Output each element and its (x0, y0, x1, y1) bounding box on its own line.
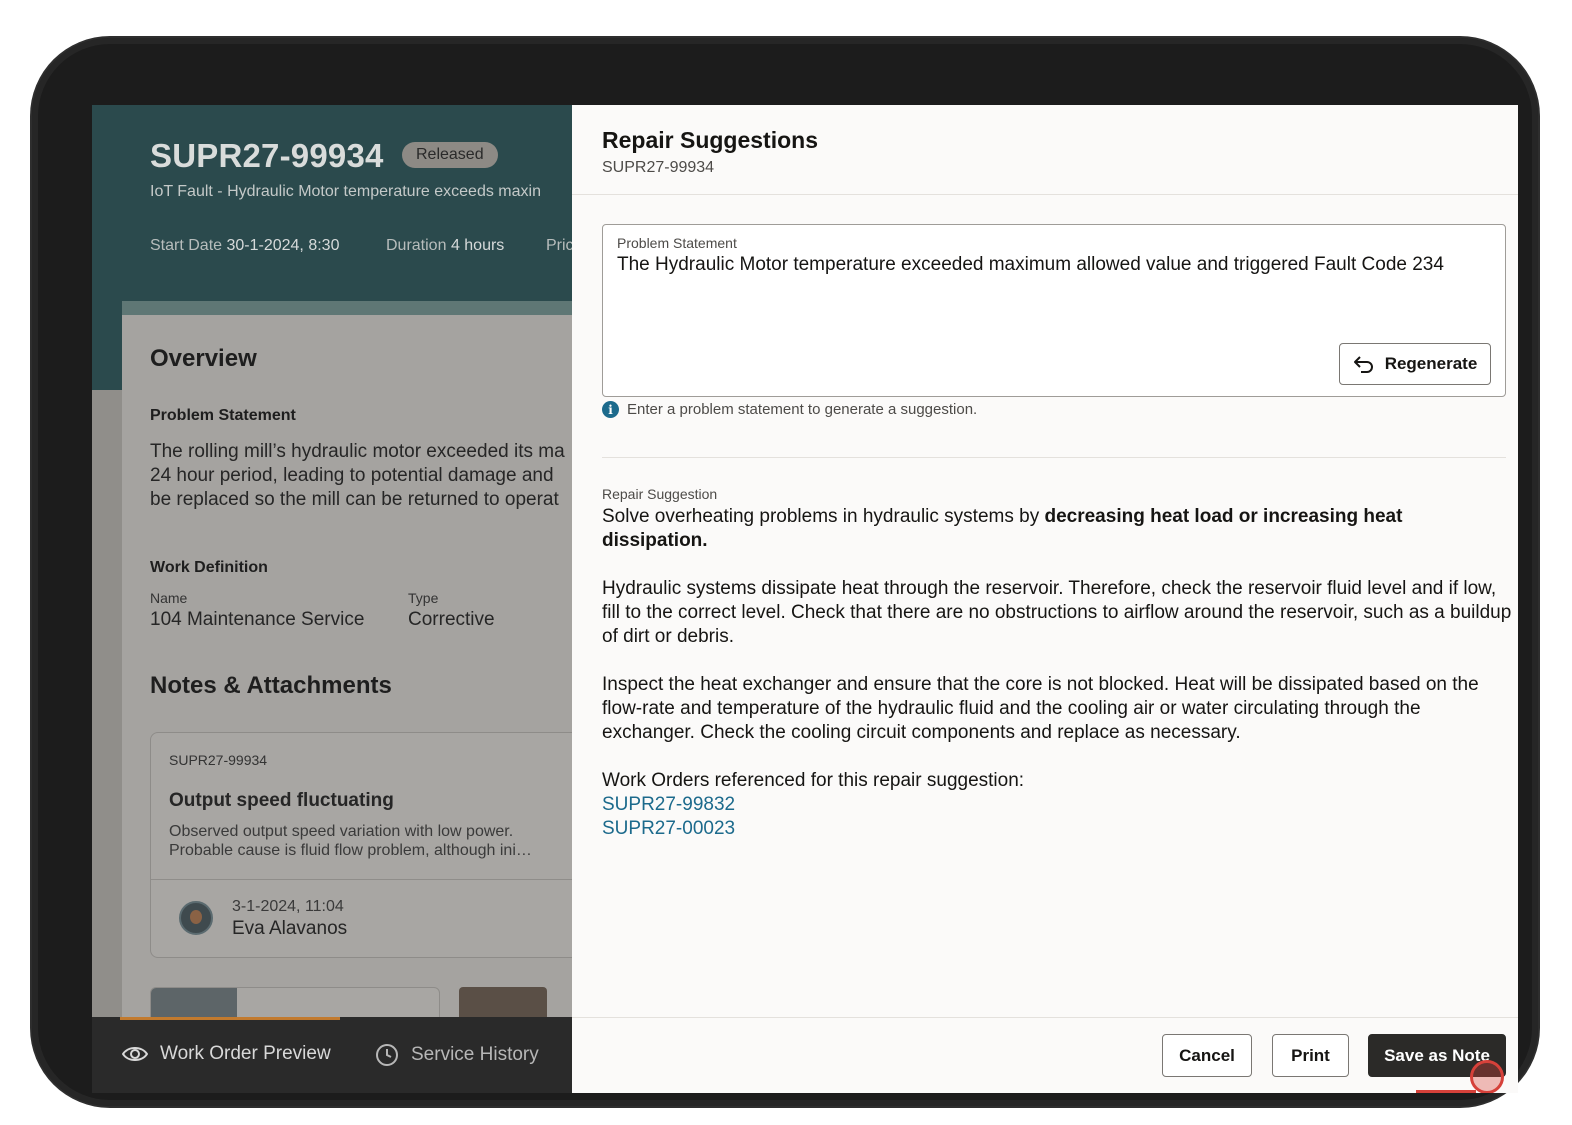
suggestion-paragraph-2: Inspect the heat exchanger and ensure th… (602, 674, 1479, 743)
problem-statement-value[interactable]: The Hydraulic Motor temperature exceeded… (617, 253, 1487, 277)
note-title: Output speed fluctuating (169, 790, 394, 811)
work-order-id: SUPR27-99934 (150, 137, 384, 174)
touch-indicator (1470, 1060, 1504, 1093)
tab-label: Service History (411, 1044, 539, 1065)
reference-link-1[interactable]: SUPR27-99832 (602, 793, 1512, 817)
helper-text: i Enter a problem statement to generate … (602, 401, 977, 418)
priority: Pric (546, 237, 574, 254)
note-desc-line-2: Probable cause is fluid flow problem, al… (169, 842, 532, 859)
type-label: Type (408, 590, 439, 606)
references-label: Work Orders referenced for this repair s… (602, 770, 1025, 791)
undo-arrow-icon (1353, 356, 1373, 373)
note-card[interactable]: SUPR27-99934 Output speed fluctuating Ob… (150, 732, 580, 958)
active-tab-indicator (120, 1017, 340, 1020)
tab-service-history[interactable]: Service History (375, 1043, 539, 1067)
repair-suggestion-label: Repair Suggestion (602, 486, 718, 502)
drawer-footer: Cancel Print Save as Note (572, 1017, 1518, 1093)
problem-line-2: 24 hour period, leading to potential dam… (150, 465, 554, 486)
drawer-header: Repair Suggestions SUPR27-99934 (572, 105, 1518, 195)
duration-value: 4 hours (450, 237, 505, 254)
work-order-subtitle: IoT Fault - Hydraulic Motor temperature … (150, 183, 541, 200)
note-separator (151, 879, 579, 880)
helper-text-label: Enter a problem statement to generate a … (627, 401, 978, 418)
section-divider (602, 457, 1506, 458)
tablet-frame: SUPR27-99934 Released IoT Fault - Hydrau… (32, 38, 1538, 1106)
bottom-navigation: Work Order Preview Service History (92, 1017, 572, 1093)
start-date: Start Date 30-1-2024, 8:30 (150, 237, 340, 254)
suggestion-intro: Solve overheating problems in hydraulic … (602, 506, 1403, 551)
repair-suggestion-body: Solve overheating problems in hydraulic … (602, 505, 1512, 841)
note-author: Eva Alavanos (232, 918, 348, 939)
drawer-title: Repair Suggestions (602, 127, 818, 153)
print-button[interactable]: Print (1272, 1034, 1349, 1077)
status-badge: Released (402, 142, 498, 168)
note-ref: SUPR27-99934 (169, 752, 268, 768)
avatar (179, 901, 213, 935)
repair-suggestions-drawer: Repair Suggestions SUPR27-99934 Problem … (572, 105, 1518, 1093)
problem-statement-textarea[interactable]: Problem Statement The Hydraulic Motor te… (602, 224, 1506, 397)
info-icon: i (602, 401, 619, 418)
regenerate-label: Regenerate (1384, 354, 1478, 373)
problem-line-1: The rolling mill’s hydraulic motor excee… (150, 441, 565, 462)
left-strip (92, 390, 122, 1030)
duration: Duration 4 hours (386, 237, 505, 254)
tab-label: Work Order Preview (160, 1043, 331, 1064)
cursor-trail (1416, 1090, 1476, 1093)
note-desc-line-1: Observed output speed variation with low… (169, 823, 514, 840)
work-definition-label: Work Definition (150, 559, 268, 576)
regenerate-button[interactable]: Regenerate (1339, 343, 1491, 385)
cancel-button[interactable]: Cancel (1162, 1034, 1252, 1077)
problem-statement-label: Problem Statement (150, 407, 296, 424)
start-date-value: 30-1-2024, 8:30 (226, 237, 340, 254)
notes-heading: Notes & Attachments (150, 672, 392, 699)
overview-heading: Overview (150, 345, 257, 372)
note-date: 3-1-2024, 11:04 (232, 898, 344, 915)
tablet-screen: SUPR27-99934 Released IoT Fault - Hydrau… (92, 105, 1518, 1093)
name-label: Name (150, 590, 188, 606)
tab-work-order-preview[interactable]: Work Order Preview (122, 1043, 331, 1065)
type-value: Corrective (408, 609, 495, 630)
reference-link-2[interactable]: SUPR27-00023 (602, 817, 1512, 841)
name-value: 104 Maintenance Service (150, 609, 365, 630)
problem-line-3: be replaced so the mill can be returned … (150, 489, 559, 510)
suggestion-paragraph-1: Hydraulic systems dissipate heat through… (602, 578, 1512, 647)
clock-icon (376, 1044, 398, 1066)
problem-statement-label: Problem Statement (617, 235, 737, 251)
drawer-subtitle: SUPR27-99934 (602, 159, 715, 176)
eye-icon (122, 1047, 148, 1061)
